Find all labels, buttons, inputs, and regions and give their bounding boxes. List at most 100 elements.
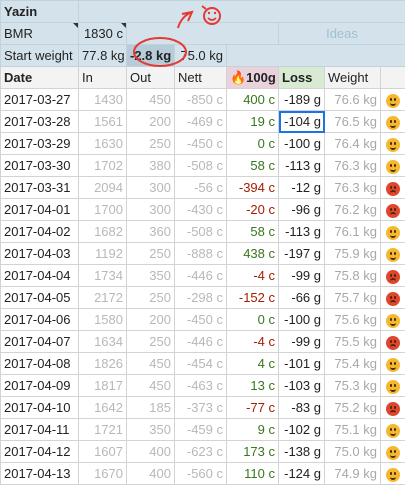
column-header-out[interactable]: Out: [127, 67, 175, 89]
output-cell[interactable]: 360: [127, 221, 175, 243]
intake-cell[interactable]: 2172: [79, 287, 127, 309]
gain-cell[interactable]: -152 c: [227, 287, 279, 309]
nett-cell[interactable]: -508 c: [175, 155, 227, 177]
nett-cell[interactable]: -298 c: [175, 287, 227, 309]
intake-cell[interactable]: 1607: [79, 441, 127, 463]
date-cell[interactable]: 2017-04-04: [1, 265, 79, 287]
nett-cell[interactable]: -560 c: [175, 463, 227, 485]
output-cell[interactable]: 450: [127, 353, 175, 375]
column-header-mood[interactable]: [381, 67, 405, 89]
mood-cell[interactable]: [381, 221, 405, 243]
nett-cell[interactable]: -888 c: [175, 243, 227, 265]
mood-cell[interactable]: [381, 331, 405, 353]
nett-cell[interactable]: -508 c: [175, 221, 227, 243]
start-weight-value[interactable]: 77.8 kg: [79, 45, 127, 67]
loss-cell[interactable]: -189 g: [279, 89, 325, 111]
nett-cell[interactable]: -850 c: [175, 89, 227, 111]
loss-cell[interactable]: -113 g: [279, 221, 325, 243]
weight-cell[interactable]: 76.1 kg: [325, 221, 381, 243]
mood-cell[interactable]: [381, 133, 405, 155]
gain-cell[interactable]: 110 c: [227, 463, 279, 485]
date-cell[interactable]: 2017-04-01: [1, 199, 79, 221]
weight-cell[interactable]: 75.8 kg: [325, 265, 381, 287]
nett-cell[interactable]: -450 c: [175, 309, 227, 331]
nett-cell[interactable]: -459 c: [175, 419, 227, 441]
weight-cell[interactable]: 74.9 kg: [325, 463, 381, 485]
mood-cell[interactable]: [381, 397, 405, 419]
gain-cell[interactable]: 58 c: [227, 155, 279, 177]
intake-cell[interactable]: 1817: [79, 375, 127, 397]
weight-cell[interactable]: 75.7 kg: [325, 287, 381, 309]
mood-cell[interactable]: [381, 89, 405, 111]
nett-cell[interactable]: -463 c: [175, 375, 227, 397]
weight-cell[interactable]: 75.6 kg: [325, 309, 381, 331]
gain-cell[interactable]: 58 c: [227, 221, 279, 243]
gain-cell[interactable]: -20 c: [227, 199, 279, 221]
intake-cell[interactable]: 1682: [79, 221, 127, 243]
weight-cell[interactable]: 76.5 kg: [325, 111, 381, 133]
gain-cell[interactable]: -394 c: [227, 177, 279, 199]
nett-cell[interactable]: -446 c: [175, 331, 227, 353]
loss-cell[interactable]: -12 g: [279, 177, 325, 199]
loss-cell[interactable]: -66 g: [279, 287, 325, 309]
weight-cell[interactable]: 76.3 kg: [325, 155, 381, 177]
intake-cell[interactable]: 1561: [79, 111, 127, 133]
date-cell[interactable]: 2017-04-05: [1, 287, 79, 309]
loss-cell[interactable]: -101 g: [279, 353, 325, 375]
date-cell[interactable]: 2017-03-28: [1, 111, 79, 133]
weight-cell[interactable]: 75.1 kg: [325, 419, 381, 441]
loss-cell[interactable]: -197 g: [279, 243, 325, 265]
gain-cell[interactable]: 4 c: [227, 353, 279, 375]
weight-delta-value[interactable]: -2.8 kg: [127, 45, 175, 67]
weight-cell[interactable]: 75.3 kg: [325, 375, 381, 397]
column-header-date[interactable]: Date: [1, 67, 79, 89]
gain-cell[interactable]: 400 c: [227, 89, 279, 111]
intake-cell[interactable]: 1634: [79, 331, 127, 353]
empty-header-cell[interactable]: [79, 1, 405, 23]
output-cell[interactable]: 450: [127, 89, 175, 111]
gain-cell[interactable]: 0 c: [227, 309, 279, 331]
intake-cell[interactable]: 2094: [79, 177, 127, 199]
loss-cell[interactable]: -100 g: [279, 133, 325, 155]
loss-cell[interactable]: -113 g: [279, 155, 325, 177]
mood-cell[interactable]: [381, 155, 405, 177]
gain-cell[interactable]: 438 c: [227, 243, 279, 265]
nett-cell[interactable]: -469 c: [175, 111, 227, 133]
empty-header-cell[interactable]: [127, 23, 279, 45]
column-header-nett[interactable]: Nett: [175, 67, 227, 89]
nett-cell[interactable]: -56 c: [175, 177, 227, 199]
gain-cell[interactable]: 9 c: [227, 419, 279, 441]
start-weight-label[interactable]: Start weight: [1, 45, 79, 67]
output-cell[interactable]: 380: [127, 155, 175, 177]
output-cell[interactable]: 350: [127, 419, 175, 441]
intake-cell[interactable]: 1192: [79, 243, 127, 265]
output-cell[interactable]: 185: [127, 397, 175, 419]
loss-cell[interactable]: -100 g: [279, 309, 325, 331]
weight-cell[interactable]: 75.5 kg: [325, 331, 381, 353]
date-cell[interactable]: 2017-04-08: [1, 353, 79, 375]
bmr-label[interactable]: BMR: [1, 23, 79, 45]
mood-cell[interactable]: [381, 265, 405, 287]
nett-cell[interactable]: -450 c: [175, 133, 227, 155]
loss-cell[interactable]: -103 g: [279, 375, 325, 397]
name-cell[interactable]: Yazin: [1, 1, 79, 23]
intake-cell[interactable]: 1430: [79, 89, 127, 111]
date-cell[interactable]: 2017-04-09: [1, 375, 79, 397]
ideas-label[interactable]: Ideas: [279, 23, 405, 45]
weight-cell[interactable]: 76.3 kg: [325, 177, 381, 199]
output-cell[interactable]: 300: [127, 177, 175, 199]
column-header-loss[interactable]: Loss: [279, 67, 325, 89]
date-cell[interactable]: 2017-04-12: [1, 441, 79, 463]
loss-cell[interactable]: -83 g: [279, 397, 325, 419]
intake-cell[interactable]: 1734: [79, 265, 127, 287]
date-cell[interactable]: 2017-03-30: [1, 155, 79, 177]
date-cell[interactable]: 2017-04-02: [1, 221, 79, 243]
weight-cell[interactable]: 76.2 kg: [325, 199, 381, 221]
loss-cell[interactable]: -138 g: [279, 441, 325, 463]
output-cell[interactable]: 250: [127, 287, 175, 309]
output-cell[interactable]: 350: [127, 265, 175, 287]
gain-cell[interactable]: -4 c: [227, 331, 279, 353]
loss-cell[interactable]: -99 g: [279, 265, 325, 287]
mood-cell[interactable]: [381, 243, 405, 265]
date-cell[interactable]: 2017-03-29: [1, 133, 79, 155]
